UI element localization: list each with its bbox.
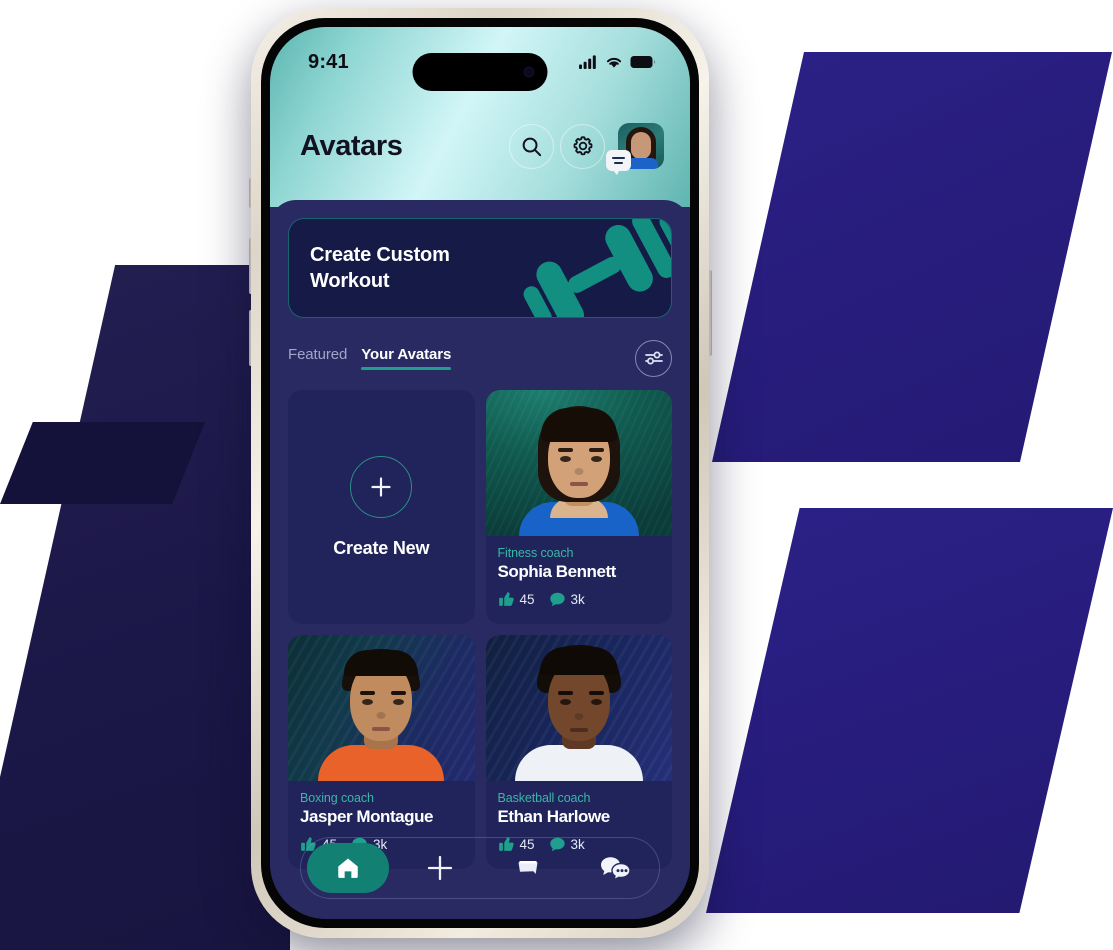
search-icon bbox=[522, 137, 542, 156]
nav-item-home[interactable] bbox=[307, 843, 389, 893]
avatar-card[interactable]: Fitness coach Sophia Bennett 45 3k bbox=[485, 390, 673, 624]
avatar-role: Fitness coach bbox=[497, 546, 574, 560]
thumbs-up-icon bbox=[498, 592, 514, 606]
profile-avatar-button[interactable] bbox=[606, 123, 664, 175]
like-count: 45 bbox=[519, 592, 535, 607]
nav-item-add[interactable] bbox=[403, 843, 477, 893]
plus-icon bbox=[371, 476, 391, 497]
dumbbell-icon bbox=[523, 219, 671, 317]
app-bar: Avatars bbox=[270, 111, 690, 181]
background-shape-right-large bbox=[712, 52, 1112, 462]
tab-bar: Featured Your Avatars bbox=[288, 338, 672, 378]
like-stat[interactable]: 45 bbox=[498, 591, 535, 608]
background-shape-left-large bbox=[0, 265, 290, 950]
create-new-card[interactable]: Create New bbox=[288, 390, 475, 624]
phone-screen: 9:41 Avatars Create Custom Workout Featu… bbox=[270, 27, 690, 919]
avatar-info: Fitness coach Sophia Bennett 45 3k bbox=[486, 536, 673, 608]
speech-bubble-icon bbox=[549, 592, 565, 607]
notes-icon bbox=[518, 861, 538, 874]
tab-your-avatars[interactable]: Your Avatars bbox=[361, 346, 451, 370]
search-button[interactable] bbox=[509, 123, 554, 169]
sliders-filter-icon bbox=[644, 351, 663, 365]
plus-circle bbox=[350, 455, 413, 518]
nav-item-chat[interactable] bbox=[579, 843, 653, 893]
screenshot-stage: 9:41 Avatars Create Custom Workout Featu… bbox=[0, 0, 1113, 950]
avatar-name: Sophia Bennett bbox=[497, 562, 617, 581]
avatar-face bbox=[631, 132, 651, 159]
avatar-stats: 45 3k bbox=[498, 591, 661, 608]
chat-bubble-icon bbox=[606, 150, 631, 175]
page-title: Avatars bbox=[300, 129, 403, 162]
avatar-photo bbox=[485, 390, 672, 536]
status-bar-time: 9:41 bbox=[308, 50, 349, 73]
home-icon bbox=[338, 858, 358, 878]
avatar-name: Ethan Harlowe bbox=[497, 807, 611, 826]
create-new-label: Create New bbox=[333, 537, 430, 558]
phone-bezel: 9:41 Avatars Create Custom Workout Featu… bbox=[261, 18, 699, 928]
banner-title: Create Custom Workout bbox=[310, 243, 450, 292]
settings-button[interactable] bbox=[560, 123, 605, 169]
app-content: Create Custom Workout Featured Your Avat… bbox=[270, 200, 690, 919]
avatar-grid: Create New Fitness coach Sophia Bennett … bbox=[288, 390, 672, 869]
avatar-photo bbox=[485, 635, 672, 781]
battery-icon bbox=[630, 56, 656, 68]
avatar-photo bbox=[288, 635, 475, 781]
wifi-icon bbox=[606, 57, 622, 68]
avatar-role: Boxing coach bbox=[300, 791, 374, 805]
status-bar-indicators bbox=[579, 55, 656, 69]
comment-stat[interactable]: 3k bbox=[549, 591, 585, 608]
filter-button[interactable] bbox=[635, 339, 672, 377]
nav-item-notes[interactable] bbox=[491, 843, 565, 893]
comment-count: 3k bbox=[570, 592, 585, 607]
tab-featured[interactable]: Featured bbox=[288, 346, 347, 370]
avatar-role: Basketball coach bbox=[497, 791, 591, 805]
avatar-card[interactable]: Boxing coach Jasper Montague 45 bbox=[288, 635, 475, 869]
bottom-navigation-bar bbox=[300, 837, 660, 899]
front-camera-icon bbox=[523, 66, 535, 78]
background-shape-right-small bbox=[706, 508, 1113, 913]
chat-icon bbox=[601, 857, 631, 882]
background-shape-left-small bbox=[0, 422, 205, 504]
avatar-card[interactable]: Basketball coach Ethan Harlowe 45 3k bbox=[485, 635, 672, 869]
gear-icon bbox=[573, 136, 592, 156]
phone-frame: 9:41 Avatars Create Custom Workout Featu… bbox=[251, 8, 709, 938]
avatar-name: Jasper Montague bbox=[300, 807, 434, 826]
create-custom-workout-banner[interactable]: Create Custom Workout bbox=[288, 218, 672, 318]
dynamic-island bbox=[412, 53, 548, 91]
signal-bars-icon bbox=[579, 55, 596, 69]
plus-icon bbox=[427, 855, 453, 881]
